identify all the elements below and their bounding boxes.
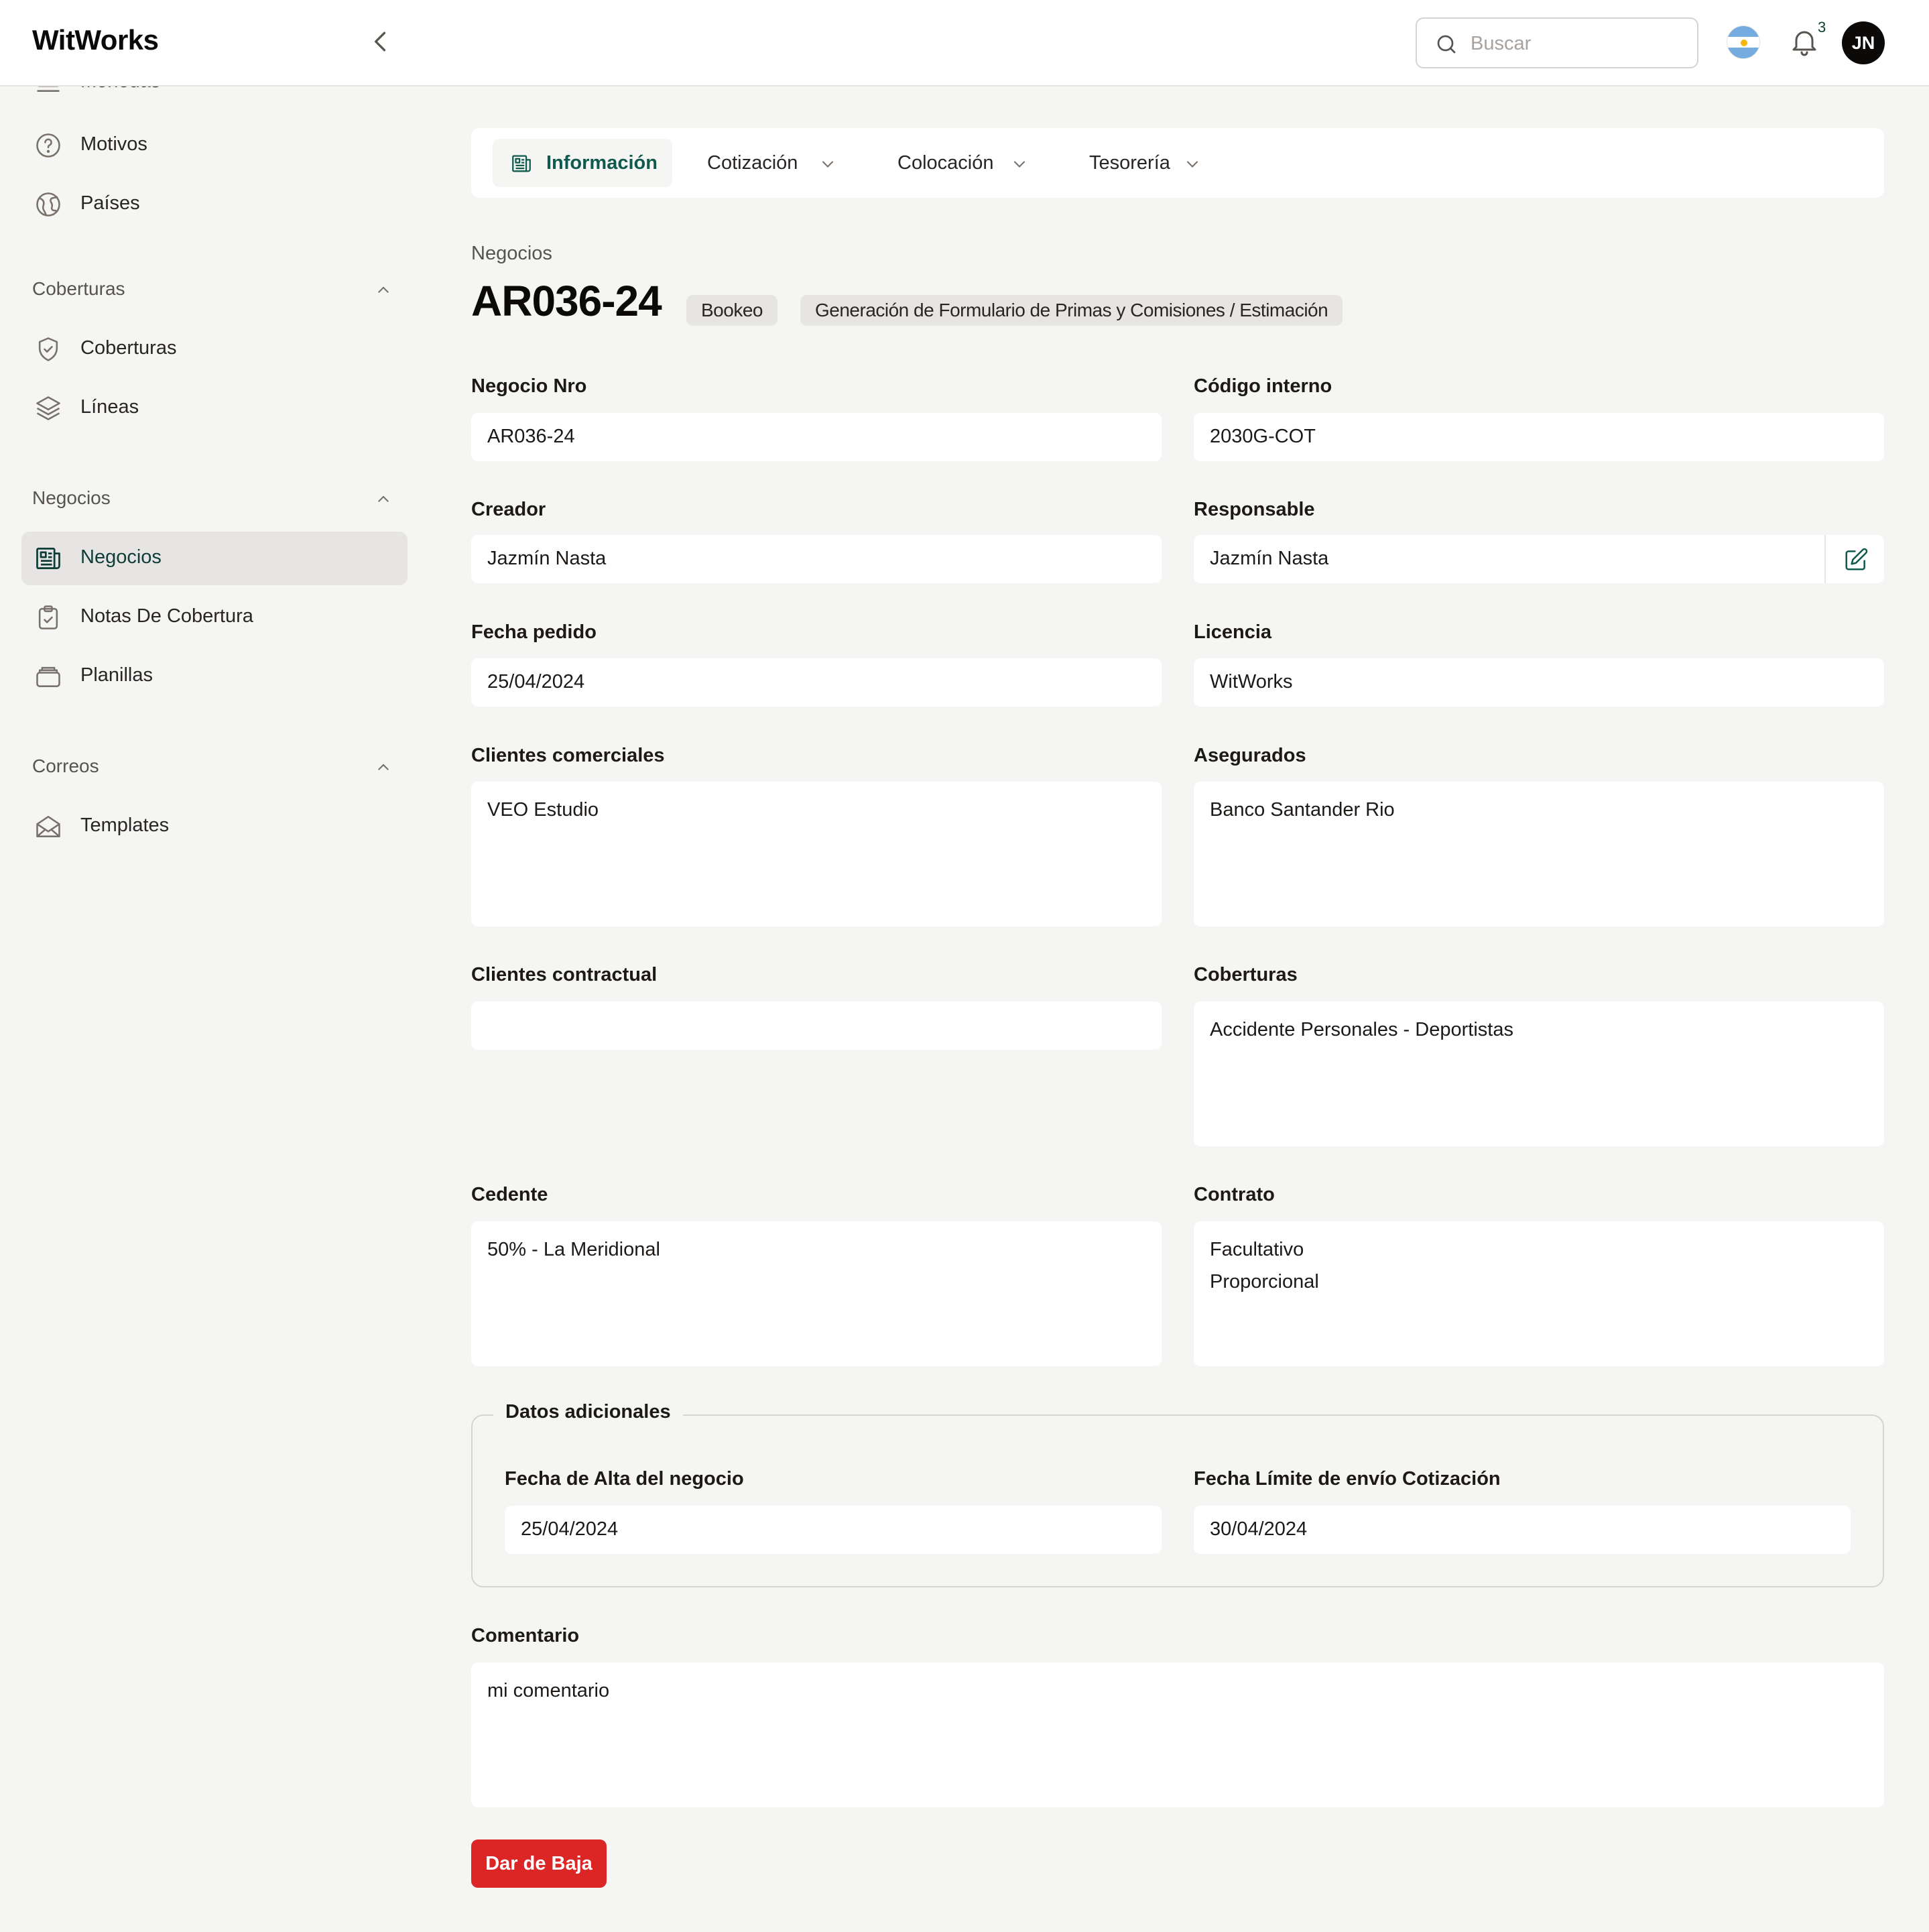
search-icon <box>1434 32 1458 56</box>
tab-label: Tesorería <box>1089 152 1170 174</box>
asegurados-field[interactable]: Banco Santander Rio <box>1194 782 1884 926</box>
comentario-field[interactable]: mi comentario <box>471 1663 1884 1807</box>
tab-tesoreria[interactable]: Tesorería <box>1068 139 1235 187</box>
archive-icon <box>34 662 63 691</box>
sidebar-item-label: Negocios <box>80 546 162 568</box>
help-circle-icon <box>34 131 63 160</box>
clipboard-check-icon <box>34 603 63 632</box>
licencia-field[interactable]: WitWorks <box>1194 658 1884 707</box>
newspaper-icon <box>34 544 63 573</box>
page-title: AR036-24 <box>471 277 662 325</box>
datos-adicionales-legend: Datos adicionales <box>493 1401 683 1423</box>
chevron-up-icon <box>373 757 394 778</box>
codigo-interno-label: Código interno <box>1194 375 1332 397</box>
coberturas-label: Coberturas <box>1194 964 1298 985</box>
search-input[interactable] <box>1471 28 1685 59</box>
sidebar-item-label: Planillas <box>80 664 153 686</box>
coberturas-field[interactable]: Accidente Personales - Deportistas <box>1194 1002 1884 1146</box>
tab-informacion[interactable]: Información <box>493 139 672 187</box>
clientes-contractual-field[interactable] <box>471 1002 1162 1050</box>
tab-label: Colocación <box>897 152 994 174</box>
contrato-field[interactable]: Facultativo Proporcional <box>1194 1221 1884 1366</box>
tab-cotizacion[interactable]: Cotización <box>686 139 860 187</box>
comentario-label: Comentario <box>471 1625 580 1646</box>
mail-open-icon <box>34 812 63 841</box>
section-title: Correos <box>32 756 99 776</box>
dar-de-baja-button[interactable]: Dar de Baja <box>471 1839 607 1888</box>
responsable-field[interactable]: Jazmín Nasta <box>1194 535 1884 583</box>
fecha-alta-field[interactable]: 25/04/2024 <box>505 1506 1162 1554</box>
chevron-down-icon <box>1010 155 1029 174</box>
clientes-comerciales-field[interactable]: VEO Estudio <box>471 782 1162 926</box>
chevron-down-icon <box>1183 155 1202 174</box>
app-logo[interactable]: WitWorks <box>32 24 159 56</box>
chevron-up-icon <box>373 489 394 510</box>
coins-icon <box>34 86 63 96</box>
negocio-nro-label: Negocio Nro <box>471 375 587 397</box>
responsable-label: Responsable <box>1194 499 1315 520</box>
section-header-correos[interactable]: Correos <box>32 753 394 782</box>
clientes-comerciales-label: Clientes comerciales <box>471 745 665 766</box>
globe-icon <box>34 190 63 219</box>
creador-label: Creador <box>471 499 546 520</box>
sidebar-item-label: Motivos <box>80 133 147 155</box>
collapse-sidebar-icon[interactable] <box>366 27 395 56</box>
section-title: Negocios <box>32 487 111 508</box>
datos-adicionales-fieldset <box>471 1414 1884 1587</box>
section-header-coberturas[interactable]: Coberturas <box>32 276 394 305</box>
sidebar-item-label: Monedas <box>80 86 160 93</box>
cedente-label: Cedente <box>471 1184 548 1205</box>
sidebar-item-planillas[interactable]: Planillas <box>21 650 408 703</box>
sidebar-item-label: Coberturas <box>80 337 177 359</box>
search-box[interactable] <box>1416 17 1698 68</box>
section-title: Coberturas <box>32 278 125 299</box>
tab-colocacion[interactable]: Colocación <box>876 139 1050 187</box>
bell-icon[interactable] <box>1788 25 1820 58</box>
fecha-limite-label: Fecha Límite de envío Cotización <box>1194 1468 1501 1490</box>
negocio-nro-field[interactable]: AR036-24 <box>471 413 1162 461</box>
asegurados-label: Asegurados <box>1194 745 1306 766</box>
sidebar-item-coberturas[interactable]: Coberturas <box>21 322 408 376</box>
top-bar: WitWorks 3 JN <box>0 0 1929 86</box>
tab-label: Información <box>546 152 658 174</box>
sidebar-item-motivos[interactable]: Motivos <box>21 119 408 172</box>
licencia-label: Licencia <box>1194 621 1272 643</box>
newspaper-icon <box>510 152 533 175</box>
notification-count: 3 <box>1818 19 1826 36</box>
chevron-down-icon <box>818 155 837 174</box>
cedente-field[interactable]: 50% - La Meridional <box>471 1221 1162 1366</box>
sidebar-item-templates[interactable]: Templates <box>21 800 408 853</box>
fecha-pedido-label: Fecha pedido <box>471 621 597 643</box>
section-header-negocios[interactable]: Negocios <box>32 485 394 514</box>
fecha-pedido-field[interactable]: 25/04/2024 <box>471 658 1162 707</box>
edit-icon <box>1845 548 1868 570</box>
sidebar-item-label: Países <box>80 192 140 214</box>
breadcrumb[interactable]: Negocios <box>471 243 552 265</box>
stage-badge: Generación de Formulario de Primas y Com… <box>800 295 1343 326</box>
sidebar-item-label: Notas De Cobertura <box>80 605 253 627</box>
sidebar: Monedas Motivos Países Coberturas Cobert… <box>0 86 426 1932</box>
sidebar-item-notas-de-cobertura[interactable]: Notas De Cobertura <box>21 591 408 644</box>
status-badge: Bookeo <box>686 295 777 326</box>
sidebar-item-paises[interactable]: Países <box>21 178 408 231</box>
sidebar-item-monedas[interactable]: Monedas <box>21 86 408 101</box>
sidebar-item-lineas[interactable]: Líneas <box>21 381 408 435</box>
fecha-limite-field[interactable]: 30/04/2024 <box>1194 1506 1851 1554</box>
contrato-label: Contrato <box>1194 1184 1275 1205</box>
fecha-alta-label: Fecha de Alta del negocio <box>505 1468 744 1490</box>
sidebar-item-label: Templates <box>80 814 170 836</box>
shield-check-icon <box>34 335 63 364</box>
argentina-flag-icon[interactable] <box>1727 25 1760 59</box>
edit-responsable-button[interactable] <box>1824 535 1884 583</box>
sidebar-item-negocios[interactable]: Negocios <box>21 532 408 585</box>
tab-label: Cotización <box>707 152 798 174</box>
user-avatar[interactable]: JN <box>1842 21 1885 64</box>
layers-icon <box>34 394 63 423</box>
tab-bar: Información Cotización Colocación Tesore… <box>471 128 1884 198</box>
creador-field[interactable]: Jazmín Nasta <box>471 535 1162 583</box>
clientes-contractual-label: Clientes contractual <box>471 964 658 985</box>
chevron-up-icon <box>373 280 394 301</box>
sidebar-item-label: Líneas <box>80 396 139 418</box>
codigo-interno-field[interactable]: 2030G-COT <box>1194 413 1884 461</box>
